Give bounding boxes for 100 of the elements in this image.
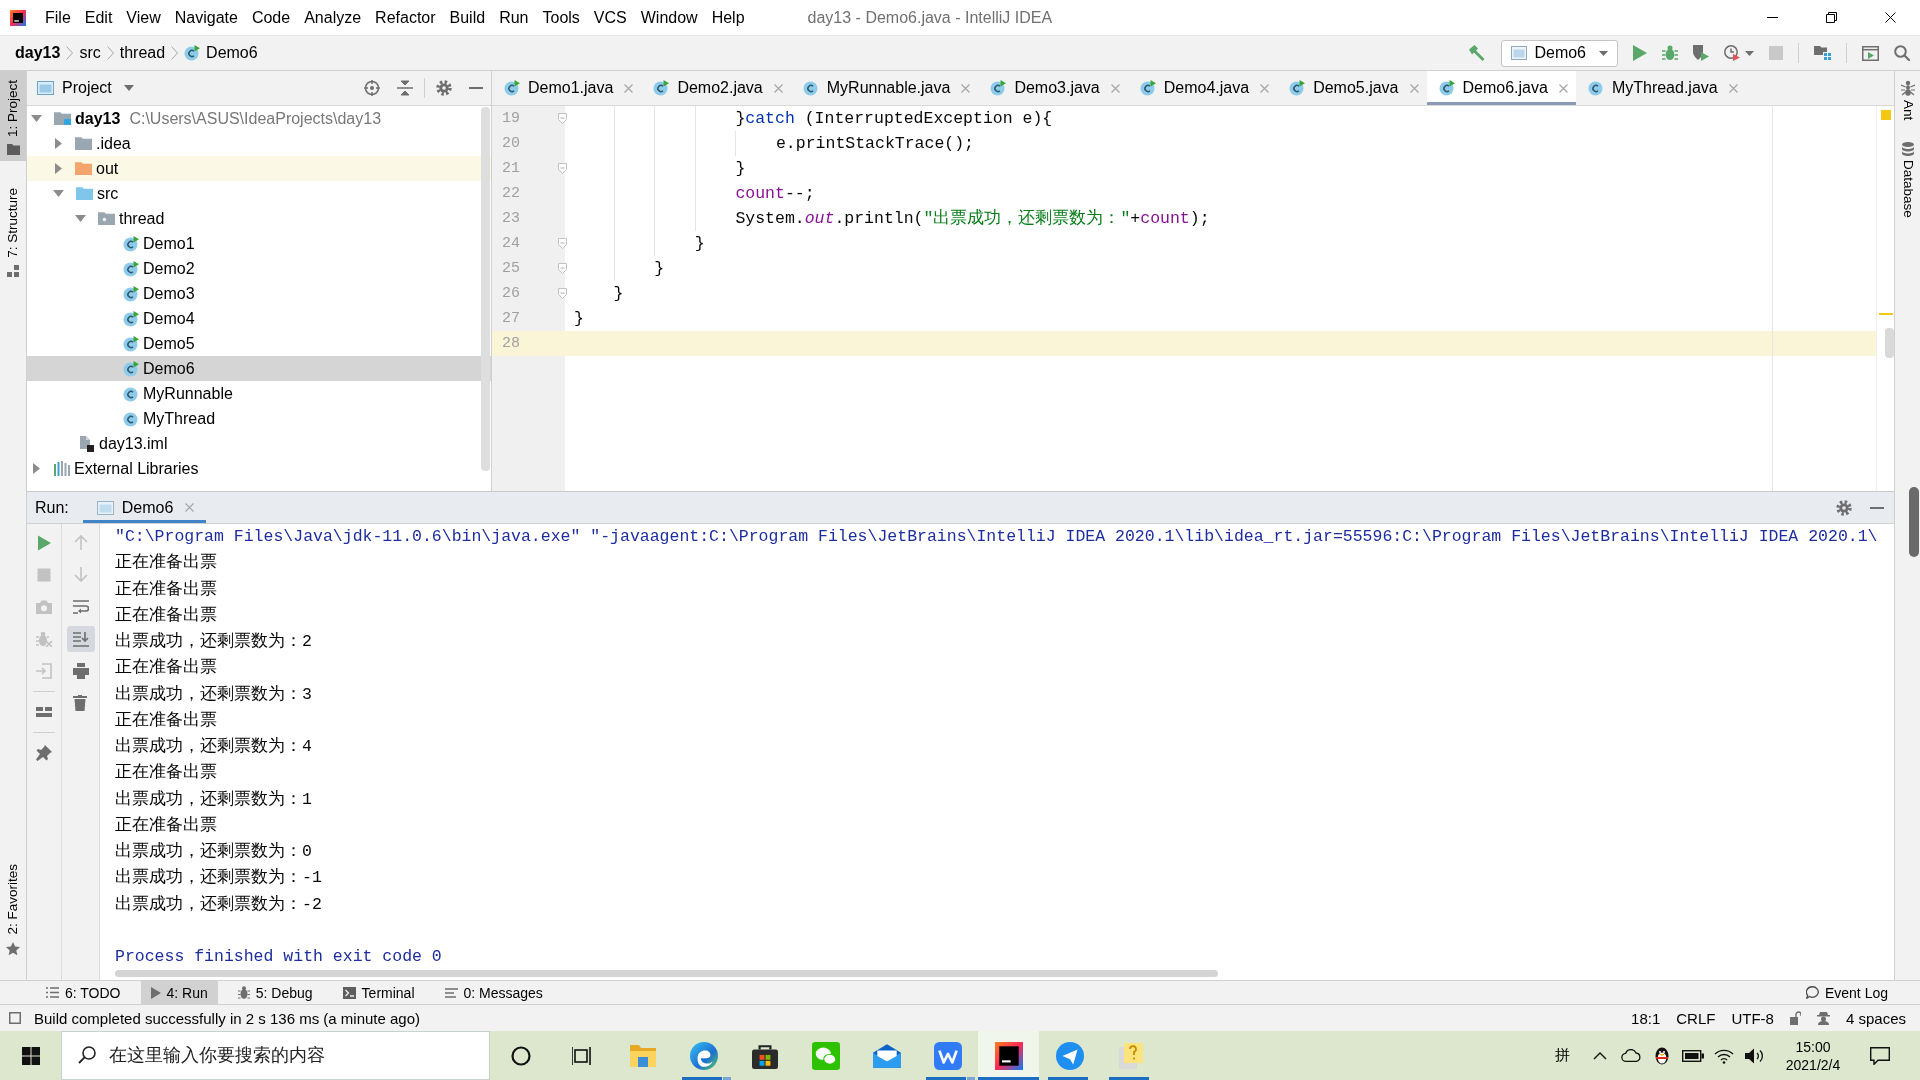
editor-tab[interactable]: MyThread.java — [1575, 71, 1746, 105]
menu-item[interactable]: File — [38, 6, 78, 29]
editor-tab[interactable]: Demo1.java — [492, 71, 642, 105]
window-play-icon[interactable] — [1862, 45, 1879, 61]
tree-item[interactable]: Demo2 — [27, 256, 491, 281]
tree-item[interactable]: External Libraries — [27, 456, 491, 481]
breadcrumb-item[interactable]: thread — [119, 44, 166, 62]
square-icon[interactable] — [9, 1012, 21, 1024]
indent-setting[interactable]: 4 spaces — [1845, 1009, 1906, 1027]
triangle-right-icon[interactable] — [55, 138, 62, 149]
settings-icon[interactable] — [1836, 499, 1852, 516]
four-squares-icon[interactable] — [21, 1046, 40, 1065]
speech-bubble-icon[interactable] — [1870, 1046, 1890, 1065]
scrollbar-thumb[interactable] — [115, 970, 1218, 977]
breadcrumb-item[interactable]: src — [79, 44, 101, 62]
person-with-hat-icon[interactable] — [1816, 1011, 1830, 1025]
tree-item[interactable]: thread — [27, 206, 491, 231]
tool-window-tab[interactable]: 2: Favorites — [0, 855, 26, 962]
tree-item[interactable]: day13 C:\Users\ASUS\IdeaProjects\day13 — [27, 106, 491, 131]
file-encoding[interactable]: UTF-8 — [1731, 1009, 1774, 1027]
menu-item[interactable]: VCS — [586, 6, 634, 29]
wifi-icon[interactable] — [1713, 1047, 1734, 1064]
editor-tab[interactable]: Demo2.java — [641, 71, 791, 105]
cloud-icon[interactable] — [1620, 1049, 1641, 1062]
square-between-bars-icon[interactable] — [571, 1046, 592, 1065]
search-icon[interactable] — [1894, 45, 1910, 61]
editor-tab[interactable]: Demo3.java — [978, 71, 1128, 105]
folder-grid-icon[interactable] — [1814, 45, 1831, 61]
tree-item[interactable]: out — [27, 156, 491, 181]
chevron-up-icon[interactable] — [1592, 1051, 1607, 1060]
menu-item[interactable]: Refactor — [368, 6, 443, 29]
tree-item[interactable]: .idea — [27, 131, 491, 156]
play-icon[interactable] — [1633, 45, 1647, 61]
ring-icon[interactable] — [510, 1045, 531, 1066]
editor-tab[interactable]: Demo4.java — [1127, 71, 1278, 105]
speaker-icon[interactable] — [1744, 1047, 1765, 1064]
menu-item[interactable]: Analyze — [297, 6, 369, 29]
menu-item[interactable]: Navigate — [167, 6, 245, 29]
collapse-all-icon[interactable] — [397, 80, 413, 96]
taskbar-app-button[interactable] — [978, 1031, 1039, 1080]
penguin-icon[interactable] — [1653, 1046, 1670, 1065]
tool-window-tab[interactable]: 5: Debug — [227, 981, 323, 1004]
fold-marker-icon[interactable] — [558, 163, 567, 174]
menu-item[interactable]: Build — [442, 6, 493, 29]
menu-item[interactable]: Tools — [535, 6, 587, 29]
fold-marker-icon[interactable] — [558, 113, 567, 124]
shield-play-icon[interactable] — [1693, 45, 1709, 61]
restore-icon[interactable] — [1826, 12, 1837, 23]
tool-window-tab[interactable]: 6: TODO — [36, 981, 131, 1004]
taskbar-search-field[interactable]: 在这里输入你要搜索的内容 — [61, 1031, 490, 1080]
editor-tab[interactable]: Demo5.java — [1277, 71, 1427, 105]
caret-icon[interactable] — [1745, 50, 1754, 56]
triangle-down-icon[interactable] — [53, 190, 64, 197]
triangle-right-icon[interactable] — [33, 463, 40, 474]
input-method-indicator[interactable]: 拼 — [1540, 1031, 1584, 1080]
tree-item[interactable]: Demo5 — [27, 331, 491, 356]
fold-marker-icon[interactable] — [558, 238, 567, 249]
line-separator[interactable]: CRLF — [1676, 1009, 1716, 1027]
breadcrumb-item[interactable]: day13 — [15, 44, 61, 62]
editor-tab[interactable]: MyRunnable.java — [790, 71, 979, 105]
event-log-button[interactable]: Event Log — [1795, 981, 1898, 1004]
lock-icon[interactable] — [1789, 1011, 1801, 1025]
clock-play-icon[interactable] — [1724, 45, 1740, 61]
menu-item[interactable]: View — [119, 6, 168, 29]
tree-item[interactable]: Demo1 — [27, 231, 491, 256]
editor-tab[interactable]: Demo6.java — [1426, 71, 1576, 105]
tree-item[interactable]: MyRunnable — [27, 381, 491, 406]
menu-item[interactable]: Help — [704, 6, 752, 29]
tool-window-tab[interactable]: Ant — [1899, 80, 1916, 121]
hammer-icon[interactable] — [1468, 44, 1487, 62]
tree-item[interactable]: Demo6 — [27, 356, 491, 381]
tree-item[interactable]: day13.iml — [27, 431, 491, 456]
layout-icon[interactable] — [36, 704, 52, 720]
tool-window-tab[interactable]: Database — [1899, 142, 1916, 219]
tree-item[interactable]: Demo4 — [27, 306, 491, 331]
tool-window-tab[interactable]: 0: Messages — [434, 981, 553, 1004]
scrollbar-thumb[interactable] — [481, 107, 490, 471]
project-view-dropdown[interactable]: Project — [37, 79, 134, 97]
menu-item[interactable]: Run — [492, 6, 536, 29]
play-icon[interactable] — [36, 535, 52, 551]
tree-item[interactable]: Demo3 — [27, 281, 491, 306]
triangle-down-icon[interactable] — [31, 115, 42, 122]
tool-window-tab[interactable]: 1: Project — [0, 71, 26, 162]
menu-item[interactable]: Code — [244, 6, 298, 29]
run-configuration-dropdown[interactable]: Demo6 — [1501, 39, 1618, 67]
caret-position[interactable]: 18:1 — [1631, 1009, 1661, 1027]
wrap-arrow-icon[interactable] — [72, 599, 89, 615]
square-marker-icon[interactable] — [1880, 110, 1891, 120]
crosshair-icon[interactable] — [364, 80, 380, 96]
minimize-icon[interactable] — [1870, 506, 1884, 509]
tool-window-tab[interactable]: 4: Run — [140, 981, 218, 1004]
menu-item[interactable]: Window — [633, 6, 705, 29]
tree-item[interactable]: MyThread — [27, 406, 491, 431]
menu-item[interactable]: Edit — [77, 6, 120, 29]
fold-marker-icon[interactable] — [558, 288, 567, 299]
scrollbar-thumb[interactable] — [1909, 487, 1919, 557]
tool-window-tab[interactable]: Terminal — [332, 981, 425, 1004]
pin-icon[interactable] — [36, 745, 52, 761]
scrollbar-thumb[interactable] — [1885, 328, 1894, 358]
triangle-right-icon[interactable] — [55, 163, 62, 174]
